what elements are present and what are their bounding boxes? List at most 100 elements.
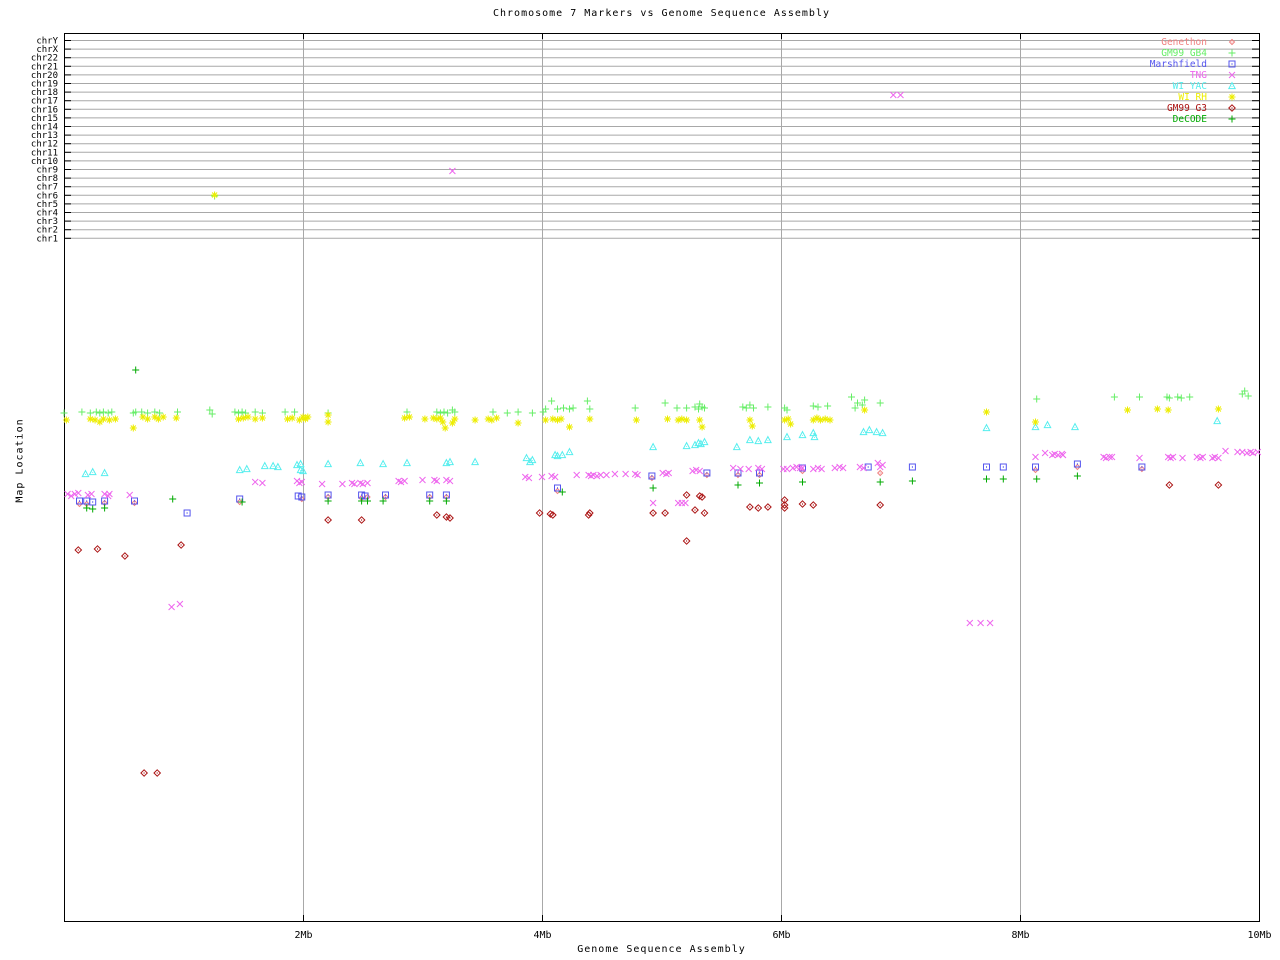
chart-page: Chromosome 7 Markers vs Genome Sequence … [0, 0, 1280, 960]
data-point [573, 471, 581, 479]
data-point [86, 409, 94, 417]
data-point [878, 428, 887, 437]
data-point [631, 404, 639, 412]
data-point [865, 425, 874, 434]
data-point [324, 418, 332, 426]
data-point [566, 423, 573, 431]
legend-marker-icon [1228, 115, 1236, 123]
data-point [421, 415, 429, 423]
data-point [908, 477, 916, 485]
data-point [104, 409, 112, 417]
data-point [816, 416, 824, 424]
series-gm99-gb4 [60, 192, 1252, 418]
data-point [1110, 393, 1118, 401]
data-point [1179, 454, 1186, 462]
data-point [649, 484, 657, 492]
data-point [281, 408, 289, 416]
legend-marker-icon [1228, 93, 1236, 101]
data-point [756, 479, 763, 487]
data-point [405, 413, 413, 421]
data-point [1214, 405, 1222, 413]
data-point [258, 414, 266, 422]
scatter-plot: chrYchrXchr22chr21chr20chr19chr18chr17ch… [31, 33, 1272, 941]
data-point [649, 499, 657, 507]
data-point [586, 415, 594, 423]
series-wi-yac [81, 416, 1222, 478]
data-point [683, 416, 691, 424]
data-point [649, 442, 658, 451]
data-point [260, 461, 269, 470]
legend-marker-icon [1228, 104, 1236, 112]
data-point [1136, 454, 1143, 462]
data-point [586, 405, 594, 413]
data-point [683, 404, 691, 412]
data-point [433, 408, 441, 416]
data-point [763, 503, 772, 511]
data-point [324, 459, 333, 468]
data-point [324, 411, 332, 419]
data-point [983, 463, 990, 471]
data-point [1165, 481, 1174, 489]
data-point [451, 415, 459, 423]
data-point [439, 418, 447, 426]
data-point [876, 399, 884, 407]
legend-label: GM99 GB4 [1161, 48, 1207, 59]
data-point [426, 497, 434, 505]
legend-label: Genethon [1161, 37, 1207, 48]
data-point [977, 619, 984, 627]
plot-border [64, 33, 1260, 922]
series-wi-rh [62, 191, 1222, 432]
data-point [889, 91, 897, 99]
data-point [611, 470, 619, 478]
data-point [682, 441, 691, 450]
data-point [826, 416, 834, 424]
data-point [442, 497, 450, 505]
data-point [83, 504, 91, 512]
data-point [74, 546, 83, 554]
data-point [682, 537, 691, 545]
data-point [746, 416, 754, 424]
data-point [111, 415, 119, 423]
data-point [908, 463, 916, 471]
data-point [251, 408, 259, 416]
x-gridlines [303, 33, 1021, 921]
data-point [88, 467, 97, 476]
data-point [100, 468, 109, 477]
data-point [746, 401, 754, 409]
data-point [144, 415, 152, 423]
data-point [401, 414, 409, 422]
data-point [120, 552, 129, 560]
data-point [244, 413, 252, 421]
legend-label: DeCODE [1173, 114, 1208, 125]
data-point [1153, 405, 1161, 413]
data-point [471, 416, 479, 424]
data-point [798, 500, 807, 508]
data-point [1043, 420, 1052, 429]
data-point [700, 437, 709, 446]
data-point [535, 509, 544, 517]
data-point [983, 475, 990, 483]
data-point [288, 414, 296, 422]
data-point [876, 478, 884, 486]
data-point [522, 453, 531, 462]
data-point [1032, 418, 1039, 426]
data-point [664, 415, 671, 423]
data-point [661, 399, 669, 407]
data-point [583, 397, 591, 405]
series-tng [64, 91, 1262, 627]
data-point [1073, 472, 1081, 480]
data-point [514, 419, 522, 427]
data-point [729, 464, 737, 472]
data-point [379, 459, 388, 468]
data-point [732, 442, 741, 451]
data-point [138, 408, 146, 416]
data-point [132, 366, 140, 374]
data-point [168, 603, 175, 611]
data-point [440, 408, 448, 416]
data-point [235, 465, 244, 474]
legend-label: Marshfield [1150, 59, 1207, 70]
data-point [876, 469, 884, 477]
data-point [449, 167, 456, 175]
data-point [566, 405, 573, 413]
data-point [622, 470, 629, 478]
